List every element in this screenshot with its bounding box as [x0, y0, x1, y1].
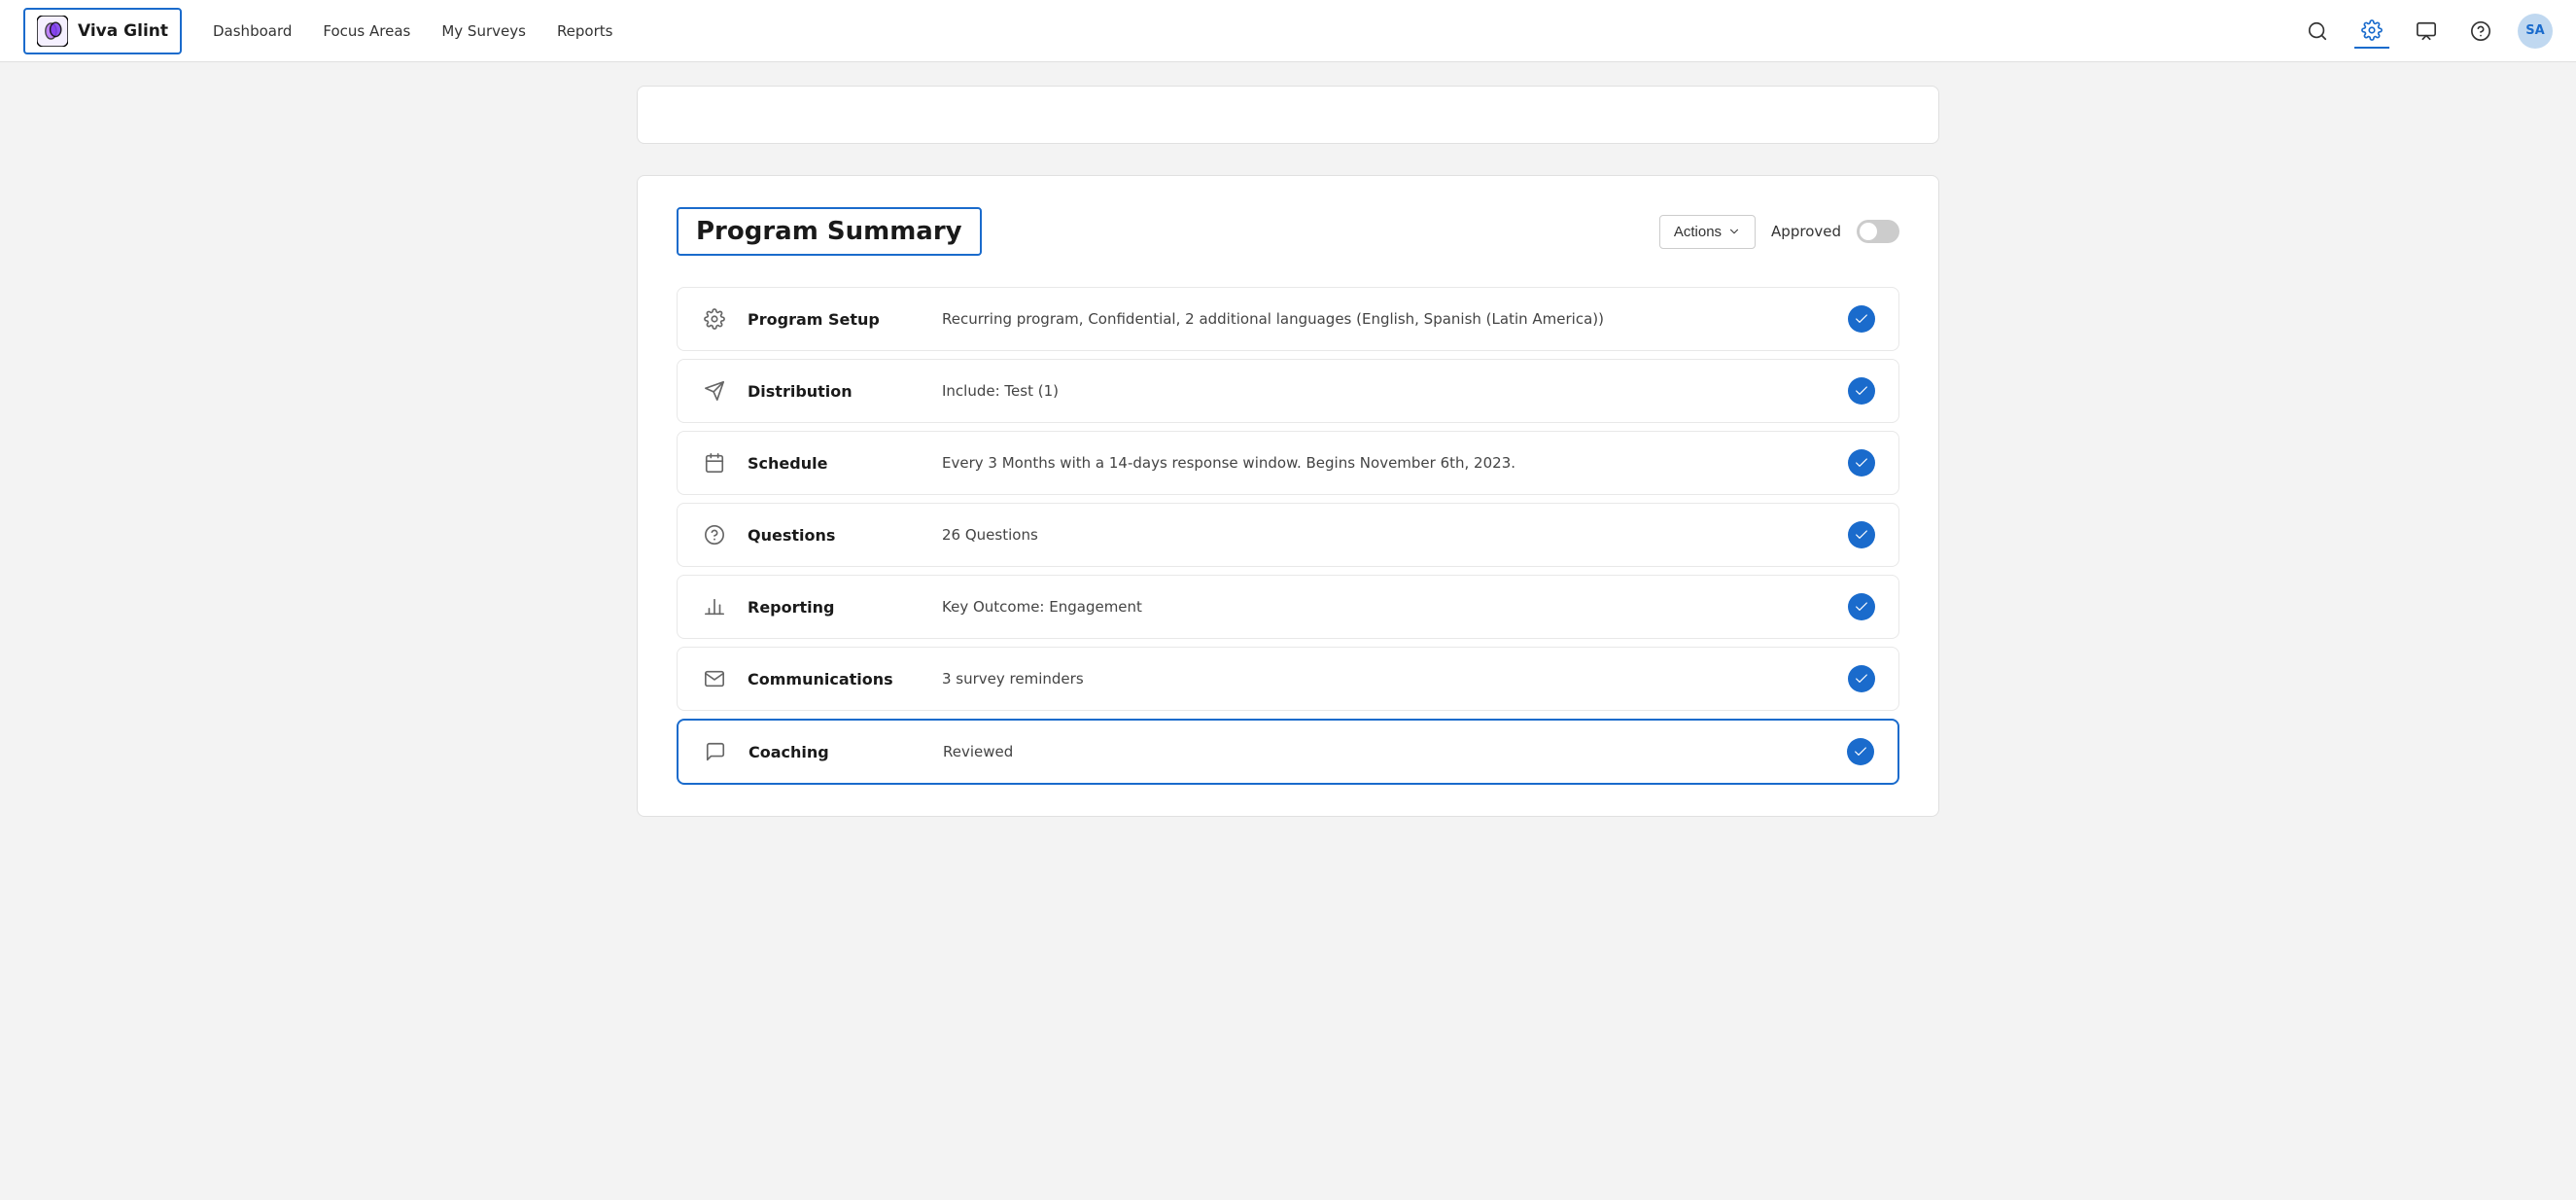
help-circle-icon: [701, 521, 728, 548]
program-summary-header: Program Summary Actions Approved: [677, 207, 1899, 256]
actions-label: Actions: [1674, 224, 1722, 240]
row-check-schedule: [1848, 449, 1875, 476]
calendar-icon: [701, 449, 728, 476]
nav-dashboard[interactable]: Dashboard: [213, 18, 292, 44]
message-circle-icon: [702, 738, 729, 765]
summary-rows: Program Setup Recurring program, Confide…: [677, 287, 1899, 785]
bar-chart-icon: [701, 593, 728, 620]
send-icon: [701, 377, 728, 405]
gear-icon: [2361, 19, 2383, 41]
row-desc-reporting: Key Outcome: Engagement: [942, 598, 1828, 616]
row-desc-schedule: Every 3 Months with a 14-days response w…: [942, 454, 1828, 472]
search-icon: [2307, 20, 2328, 42]
mail-icon: [701, 665, 728, 692]
summary-row-coaching[interactable]: Coaching Reviewed: [677, 719, 1899, 785]
approved-label: Approved: [1771, 223, 1841, 240]
row-desc-questions: 26 Questions: [942, 526, 1828, 544]
top-navigation: Viva Glint Dashboard Focus Areas My Surv…: [0, 0, 2576, 62]
row-desc-communications: 3 survey reminders: [942, 670, 1828, 688]
main-content: Program Summary Actions Approved: [559, 62, 2017, 840]
search-button[interactable]: [2300, 14, 2335, 49]
nav-links: Dashboard Focus Areas My Surveys Reports: [213, 18, 612, 44]
summary-row-reporting[interactable]: Reporting Key Outcome: Engagement: [677, 575, 1899, 639]
summary-row-distribution[interactable]: Distribution Include: Test (1): [677, 359, 1899, 423]
summary-row-communications[interactable]: Communications 3 survey reminders: [677, 647, 1899, 711]
row-check-questions: [1848, 521, 1875, 548]
row-check-coaching: [1847, 738, 1874, 765]
logo-area[interactable]: Viva Glint: [23, 8, 182, 54]
summary-row-program-setup[interactable]: Program Setup Recurring program, Confide…: [677, 287, 1899, 351]
toggle-slider: [1857, 220, 1899, 243]
row-label-coaching: Coaching: [748, 743, 923, 761]
approved-toggle[interactable]: [1857, 220, 1899, 243]
user-avatar[interactable]: SA: [2518, 14, 2553, 49]
row-label-communications: Communications: [748, 670, 922, 688]
row-label-questions: Questions: [748, 526, 922, 545]
ps-controls: Actions Approved: [1659, 215, 1899, 249]
settings-icon: [701, 305, 728, 333]
chat-icon: [2416, 20, 2437, 42]
logo-icon: [37, 16, 68, 47]
row-desc-coaching: Reviewed: [943, 743, 1828, 760]
row-desc-distribution: Include: Test (1): [942, 382, 1828, 400]
settings-button[interactable]: [2354, 14, 2389, 49]
approved-control: Approved: [1771, 220, 1899, 243]
row-label-program-setup: Program Setup: [748, 310, 922, 329]
row-label-distribution: Distribution: [748, 382, 922, 401]
summary-row-schedule[interactable]: Schedule Every 3 Months with a 14-days r…: [677, 431, 1899, 495]
program-summary-title: Program Summary: [677, 207, 982, 256]
notifications-button[interactable]: [2409, 14, 2444, 49]
row-check-program-setup: [1848, 305, 1875, 333]
nav-right-icons: SA: [2300, 14, 2553, 49]
row-check-distribution: [1848, 377, 1875, 405]
program-summary-section: Program Summary Actions Approved: [637, 175, 1939, 817]
row-check-reporting: [1848, 593, 1875, 620]
row-desc-program-setup: Recurring program, Confidential, 2 addit…: [942, 310, 1828, 328]
top-card-partial: [637, 86, 1939, 144]
row-label-schedule: Schedule: [748, 454, 922, 473]
nav-focus-areas[interactable]: Focus Areas: [323, 18, 410, 44]
nav-my-surveys[interactable]: My Surveys: [441, 18, 526, 44]
logo-text: Viva Glint: [78, 21, 168, 41]
row-label-reporting: Reporting: [748, 598, 922, 617]
actions-button[interactable]: Actions: [1659, 215, 1756, 249]
help-icon: [2470, 20, 2491, 42]
row-check-communications: [1848, 665, 1875, 692]
chevron-down-icon: [1727, 225, 1741, 238]
summary-row-questions[interactable]: Questions 26 Questions: [677, 503, 1899, 567]
help-button[interactable]: [2463, 14, 2498, 49]
nav-reports[interactable]: Reports: [557, 18, 613, 44]
